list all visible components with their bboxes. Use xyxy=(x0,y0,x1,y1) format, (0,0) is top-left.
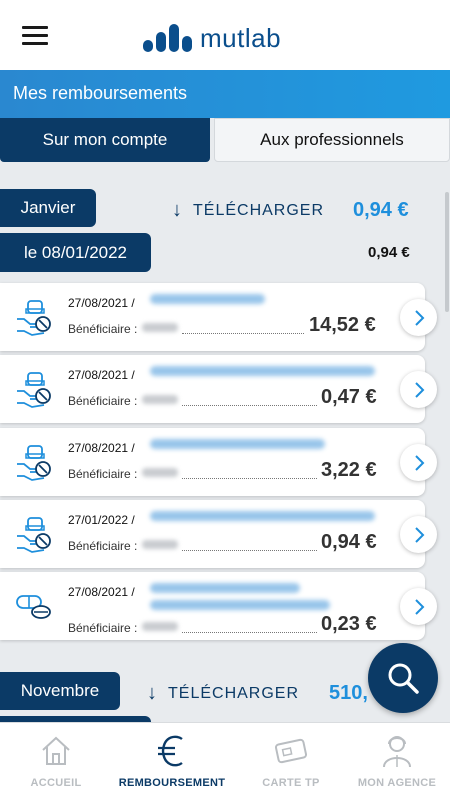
nav-carte-tp[interactable]: CARTE TP xyxy=(235,723,347,800)
beneficiary-name-blurred xyxy=(142,323,178,332)
euro-icon xyxy=(158,735,183,767)
nav-label: MON AGENCE xyxy=(357,777,437,789)
top-bar: mutlab xyxy=(0,0,450,70)
bottom-navigation: ACCUEIL REMBOURSEMENT CARTE TP MON AGENC… xyxy=(0,722,450,800)
tab-aux-professionnels[interactable]: Aux professionnels xyxy=(214,118,450,162)
hamburger-menu-icon[interactable] xyxy=(22,26,48,46)
item-amount: 0,47 € xyxy=(321,386,377,408)
beneficiary-name-blurred xyxy=(142,468,178,477)
medicine-hand-icon xyxy=(17,445,51,481)
dotted-leader xyxy=(182,478,317,479)
reimbursement-item[interactable]: 27/01/2022 / Bénéficiaire : 0,94 € xyxy=(0,500,437,568)
download-button[interactable]: ↓ TÉLÉCHARGER xyxy=(147,682,299,705)
item-date: 27/01/2022 / xyxy=(68,513,135,527)
dotted-leader xyxy=(182,333,304,334)
month-total: 0,94 € xyxy=(353,199,409,221)
item-date: 27/08/2021 / xyxy=(68,585,135,599)
pills-icon xyxy=(16,595,51,619)
reimbursement-item[interactable]: 27/08/2021 / Bénéficiaire : 0,47 € xyxy=(0,355,437,423)
nav-accueil[interactable]: ACCUEIL xyxy=(0,723,112,800)
chevron-right-icon[interactable] xyxy=(400,299,437,336)
beneficiary-label: Bénéficiaire : xyxy=(68,394,138,408)
agent-icon xyxy=(383,736,411,768)
search-button[interactable] xyxy=(368,643,438,713)
item-amount: 14,52 € xyxy=(309,314,376,336)
chevron-right-icon[interactable] xyxy=(400,516,437,553)
card-icon xyxy=(274,738,308,764)
month-label: Janvier xyxy=(0,189,96,227)
logo-bars-icon xyxy=(143,24,192,52)
dotted-leader xyxy=(182,632,317,633)
item-label-blurred xyxy=(150,366,375,376)
nav-label: ACCUEIL xyxy=(30,777,82,789)
tab-bar: Sur mon compte Aux professionnels xyxy=(0,118,450,162)
item-date: 27/08/2021 / xyxy=(68,296,135,310)
item-amount: 3,22 € xyxy=(321,459,377,481)
beneficiary-label: Bénéficiaire : xyxy=(68,621,138,635)
date-group-label: le 08/01/2022 xyxy=(0,233,151,272)
item-amount: 0,94 € xyxy=(321,531,377,553)
section-header: Mes remboursements xyxy=(0,70,450,118)
beneficiary-label: Bénéficiaire : xyxy=(68,539,138,553)
reimbursement-item[interactable]: 27/08/2021 / Bénéficiaire : 0,23 € xyxy=(0,572,437,640)
item-amount: 0,23 € xyxy=(321,613,377,635)
item-label-blurred-line2 xyxy=(150,600,330,610)
month-total: 510, xyxy=(329,682,368,704)
item-date: 27/08/2021 / xyxy=(68,441,135,455)
chevron-right-icon[interactable] xyxy=(400,371,437,408)
nav-label: CARTE TP xyxy=(262,777,320,789)
item-label-blurred xyxy=(150,294,265,304)
medicine-hand-icon xyxy=(17,372,51,408)
item-label-blurred xyxy=(150,511,375,521)
brand-name: mutlab xyxy=(200,23,282,53)
chevron-right-icon[interactable] xyxy=(400,588,437,625)
dotted-leader xyxy=(182,550,317,551)
item-label-blurred xyxy=(150,439,325,449)
date-group-total: 0,94 € xyxy=(368,244,410,261)
scrollbar-thumb[interactable] xyxy=(445,192,449,312)
beneficiary-name-blurred xyxy=(142,395,178,404)
beneficiary-name-blurred xyxy=(142,622,178,631)
download-arrow-icon: ↓ xyxy=(172,199,183,221)
beneficiary-label: Bénéficiaire : xyxy=(68,322,138,336)
medicine-hand-icon xyxy=(17,517,51,553)
download-label: TÉLÉCHARGER xyxy=(193,201,325,219)
month-label: Novembre xyxy=(0,672,120,710)
app-logo: mutlab xyxy=(143,20,281,52)
download-label: TÉLÉCHARGER xyxy=(168,684,300,702)
nav-mon-agence[interactable]: MON AGENCE xyxy=(341,723,450,800)
item-label-blurred xyxy=(150,583,300,593)
chevron-right-icon[interactable] xyxy=(400,444,437,481)
search-icon xyxy=(388,663,419,694)
beneficiary-label: Bénéficiaire : xyxy=(68,467,138,481)
item-date: 27/08/2021 / xyxy=(68,368,135,382)
download-arrow-icon: ↓ xyxy=(147,682,158,704)
section-title: Mes remboursements xyxy=(13,83,188,103)
dotted-leader xyxy=(182,405,317,406)
nav-label: REMBOURSEMENT xyxy=(118,777,226,789)
beneficiary-name-blurred xyxy=(142,540,178,549)
scrollbar[interactable] xyxy=(445,162,450,722)
reimbursement-item[interactable]: 27/08/2021 / Bénéficiaire : 3,22 € xyxy=(0,428,437,496)
download-button[interactable]: ↓ TÉLÉCHARGER xyxy=(172,199,324,222)
reimbursement-item[interactable]: 27/08/2021 / Bénéficiaire : 14,52 € xyxy=(0,283,437,351)
home-icon xyxy=(42,736,70,765)
tab-sur-mon-compte[interactable]: Sur mon compte xyxy=(0,118,210,162)
medicine-hand-icon xyxy=(17,300,51,336)
nav-remboursement[interactable]: REMBOURSEMENT xyxy=(116,723,228,800)
